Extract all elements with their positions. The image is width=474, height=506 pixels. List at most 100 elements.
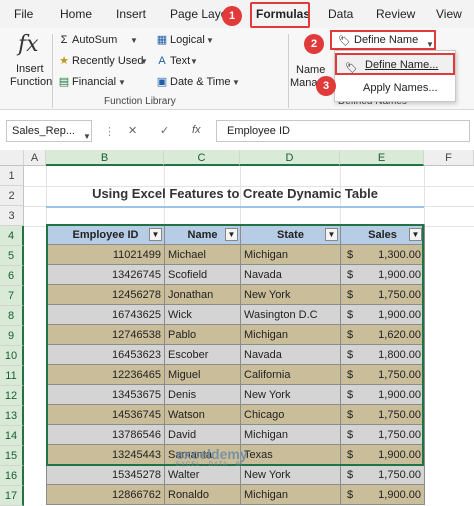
tab-insert[interactable]: Insert [116,7,146,21]
cell-sales[interactable]: $1,800.00 [340,344,425,365]
cell-state[interactable]: Michigan [240,424,341,445]
row-header[interactable]: 11 [0,366,24,386]
cell-sales[interactable]: $1,300.00 [340,244,425,265]
cell-state[interactable]: Chicago [240,404,341,425]
menu-item-apply-names[interactable]: Apply Names... [335,78,455,100]
filter-dropdown-icon[interactable]: ▼ [149,228,162,241]
cell-name[interactable]: Escober [164,344,241,365]
tab-review[interactable]: Review [376,7,415,21]
cell-name[interactable]: Michael [164,244,241,265]
cell-name[interactable]: Wick [164,304,241,325]
row-header[interactable]: 6 [0,266,24,286]
column-header-e[interactable]: E [340,150,424,166]
row-header[interactable]: 15 [0,446,24,466]
row-header[interactable]: 9 [0,326,24,346]
row-header[interactable]: 1 [0,166,24,186]
header-sales[interactable]: Sales ▼ [340,224,425,245]
filter-dropdown-icon[interactable]: ▼ [325,228,338,241]
cell-state[interactable]: New York [240,284,341,305]
row-header[interactable]: 17 [0,486,24,506]
cell-sales[interactable]: $1,900.00 [340,384,425,405]
name-manager-label-1[interactable]: Name [296,64,325,76]
cell-employee-id[interactable]: 12746538 [46,324,165,345]
header-name[interactable]: Name ▼ [164,224,241,245]
filter-dropdown-icon[interactable]: ▼ [409,228,422,241]
cell-name[interactable]: Jonathan [164,284,241,305]
menu-item-define-name[interactable]: 🏷 Define Name... [335,53,455,75]
chevron-down-icon[interactable]: ▼ [83,127,91,147]
date-time-button[interactable]: Date & Time [170,76,231,88]
row-header[interactable]: 3 [0,206,24,226]
cell-state[interactable]: Wasington D.C [240,304,341,325]
header-state[interactable]: State ▼ [240,224,341,245]
row-header[interactable]: 5 [0,246,24,266]
cell-employee-id[interactable]: 13245443 [46,444,165,465]
row-header[interactable]: 4 [0,226,24,246]
text-button[interactable]: Text [170,55,190,67]
tab-data[interactable]: Data [328,7,353,21]
cell-sales[interactable]: $1,900.00 [340,444,425,465]
cell-employee-id[interactable]: 13453675 [46,384,165,405]
insert-function-label-1[interactable]: Insert [16,63,44,75]
cell-state[interactable]: Michigan [240,244,341,265]
row-header[interactable]: 13 [0,406,24,426]
name-box[interactable]: Sales_Rep... ▼ [6,120,92,142]
cell-name[interactable]: Miguel [164,364,241,385]
cell-name[interactable]: Watson [164,404,241,425]
cell-sales[interactable]: $1,750.00 [340,364,425,385]
formula-input[interactable]: Employee ID [216,120,470,142]
recently-used-button[interactable]: Recently Used [72,55,144,67]
insert-function-icon[interactable]: fx [192,124,201,136]
tab-page-layout[interactable]: Page Layo [170,7,227,21]
define-name-button[interactable]: 🏷 Define Name ▼ [330,30,436,50]
cell-state[interactable]: California [240,364,341,385]
row-header[interactable]: 7 [0,286,24,306]
row-header[interactable]: 12 [0,386,24,406]
cell-employee-id[interactable]: 13786546 [46,424,165,445]
enter-icon[interactable]: ✓ [160,124,169,137]
filter-dropdown-icon[interactable]: ▼ [225,228,238,241]
cell-employee-id[interactable]: 11021499 [46,244,165,265]
cell-name[interactable]: Denis [164,384,241,405]
cell-sales[interactable]: $1,750.00 [340,284,425,305]
select-all-corner[interactable] [0,150,24,166]
row-header[interactable]: 8 [0,306,24,326]
chevron-down-icon[interactable]: ▼ [130,36,138,45]
cell-state[interactable]: New York [240,464,341,485]
cell-employee-id[interactable]: 13426745 [46,264,165,285]
cancel-icon[interactable]: ✕ [128,124,137,137]
column-header-b[interactable]: B [46,150,164,166]
cell-state[interactable]: Navada [240,344,341,365]
cell-name[interactable]: Scofield [164,264,241,285]
header-employee-id[interactable]: Employee ID ▼ [46,224,165,245]
cell-state[interactable]: Navada [240,264,341,285]
cell-name[interactable]: Pablo [164,324,241,345]
cell-state[interactable]: Michigan [240,324,341,345]
row-header[interactable]: 16 [0,466,24,486]
row-header[interactable]: 2 [0,186,24,206]
chevron-down-icon[interactable]: ▼ [190,57,198,66]
column-header-f[interactable]: F [424,150,474,166]
cell-name[interactable]: David [164,424,241,445]
chevron-down-icon[interactable]: ▼ [140,57,148,66]
chevron-down-icon[interactable]: ▼ [232,78,240,87]
column-header-c[interactable]: C [164,150,240,166]
chevron-down-icon[interactable]: ▼ [206,36,214,45]
cell-employee-id[interactable]: 14536745 [46,404,165,425]
cell-sales[interactable]: $1,750.00 [340,424,425,445]
tab-home[interactable]: Home [60,7,92,21]
financial-button[interactable]: Financial [72,76,116,88]
cell-sales[interactable]: $1,900.00 [340,264,425,285]
cell-state[interactable]: Texas [240,444,341,465]
cell-sales[interactable]: $1,620.00 [340,324,425,345]
cell-sales[interactable]: $1,750.00 [340,404,425,425]
logical-button[interactable]: Logical [170,34,205,46]
cell-sales[interactable]: $1,900.00 [340,304,425,325]
cell-employee-id[interactable]: 15345278 [46,464,165,485]
insert-function-label-2[interactable]: Function [10,76,52,88]
cell-employee-id[interactable]: 16743625 [46,304,165,325]
tab-file[interactable]: File [14,7,33,21]
row-header[interactable]: 10 [0,346,24,366]
cell-sales[interactable]: $1,750.00 [340,464,425,485]
chevron-down-icon[interactable]: ▼ [118,78,126,87]
